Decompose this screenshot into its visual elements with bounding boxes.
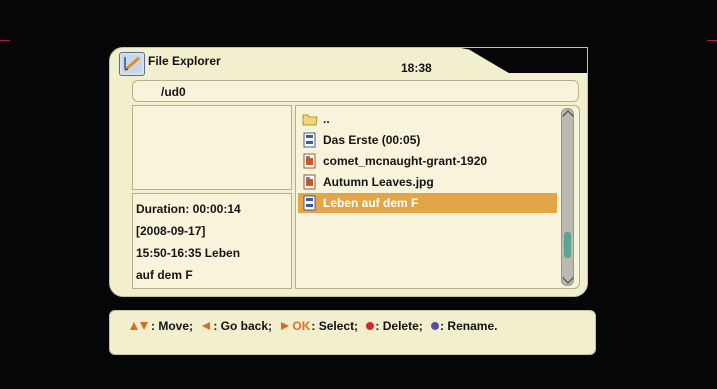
red-key-icon	[366, 322, 375, 330]
scroll-thumb[interactable]	[564, 232, 571, 258]
move-hint: : Move;	[151, 319, 193, 333]
info-date: [2008-09-17]	[136, 224, 206, 238]
path-bar: /ud0	[132, 80, 579, 102]
info-time-title: 15:50-16:35 Leben	[136, 246, 241, 260]
pencil-ruler-icon	[119, 52, 145, 76]
file-item[interactable]: Leben auf dem F	[298, 193, 557, 213]
current-path: /ud0	[161, 85, 186, 99]
go-back-hint: : Go back;	[213, 319, 273, 333]
scroll-down-icon[interactable]	[562, 272, 574, 284]
right-arrow-icon	[280, 320, 290, 334]
blue-key-icon	[431, 322, 440, 330]
select-hint: : Select;	[311, 319, 359, 333]
preview-panel	[132, 105, 292, 190]
folder-icon	[302, 111, 318, 127]
file-item-label: Das Erste (00:05)	[323, 133, 421, 147]
delete-hint: : Delete;	[375, 319, 423, 333]
top-left-accent-line	[0, 40, 10, 41]
info-duration: Duration: 00:00:14	[136, 202, 241, 216]
ok-key-label: OK	[292, 319, 311, 333]
file-item-label: Leben auf dem F	[323, 196, 419, 210]
rename-hint: : Rename.	[440, 319, 498, 333]
file-item-label: ..	[323, 112, 330, 126]
file-list-scrollbar[interactable]	[561, 108, 574, 286]
file-item[interactable]: Das Erste (00:05)	[298, 130, 557, 150]
file-item[interactable]: comet_mcnaught-grant-1920	[298, 151, 557, 171]
window-title: File Explorer	[148, 54, 221, 68]
video-file-icon	[302, 195, 318, 211]
file-item-label: comet_mcnaught-grant-1920	[323, 154, 488, 168]
file-explorer-dialog: File Explorer 18:38 /ud0 Duration: 00:00…	[109, 47, 588, 297]
file-item[interactable]: ..	[298, 109, 557, 129]
file-item[interactable]: Autumn Leaves.jpg	[298, 172, 557, 192]
file-item-label: Autumn Leaves.jpg	[323, 175, 434, 189]
left-arrow-icon	[201, 320, 211, 334]
clock-display: 18:38	[401, 61, 432, 75]
title-tab-notch	[456, 48, 587, 73]
video-file-icon	[302, 132, 318, 148]
image-file-icon	[302, 153, 318, 169]
help-bar: : Move; : Go back; OK: Select; : Delete;…	[109, 310, 596, 355]
image-file-icon	[302, 174, 318, 190]
info-title-continued: auf dem F	[136, 268, 193, 282]
info-panel: Duration: 00:00:14 [2008-09-17] 15:50-16…	[132, 193, 292, 289]
help-content: : Move; : Go back; OK: Select; : Delete;…	[129, 319, 497, 334]
top-right-accent-line	[707, 40, 717, 41]
up-down-arrow-icon	[129, 320, 149, 334]
info-text: Duration: 00:00:14 [2008-09-17] 15:50-16…	[136, 198, 290, 286]
scroll-up-icon[interactable]	[562, 110, 574, 122]
file-list[interactable]: .. Das Erste (00:05) comet_mcnaught-grant-…	[295, 105, 580, 289]
